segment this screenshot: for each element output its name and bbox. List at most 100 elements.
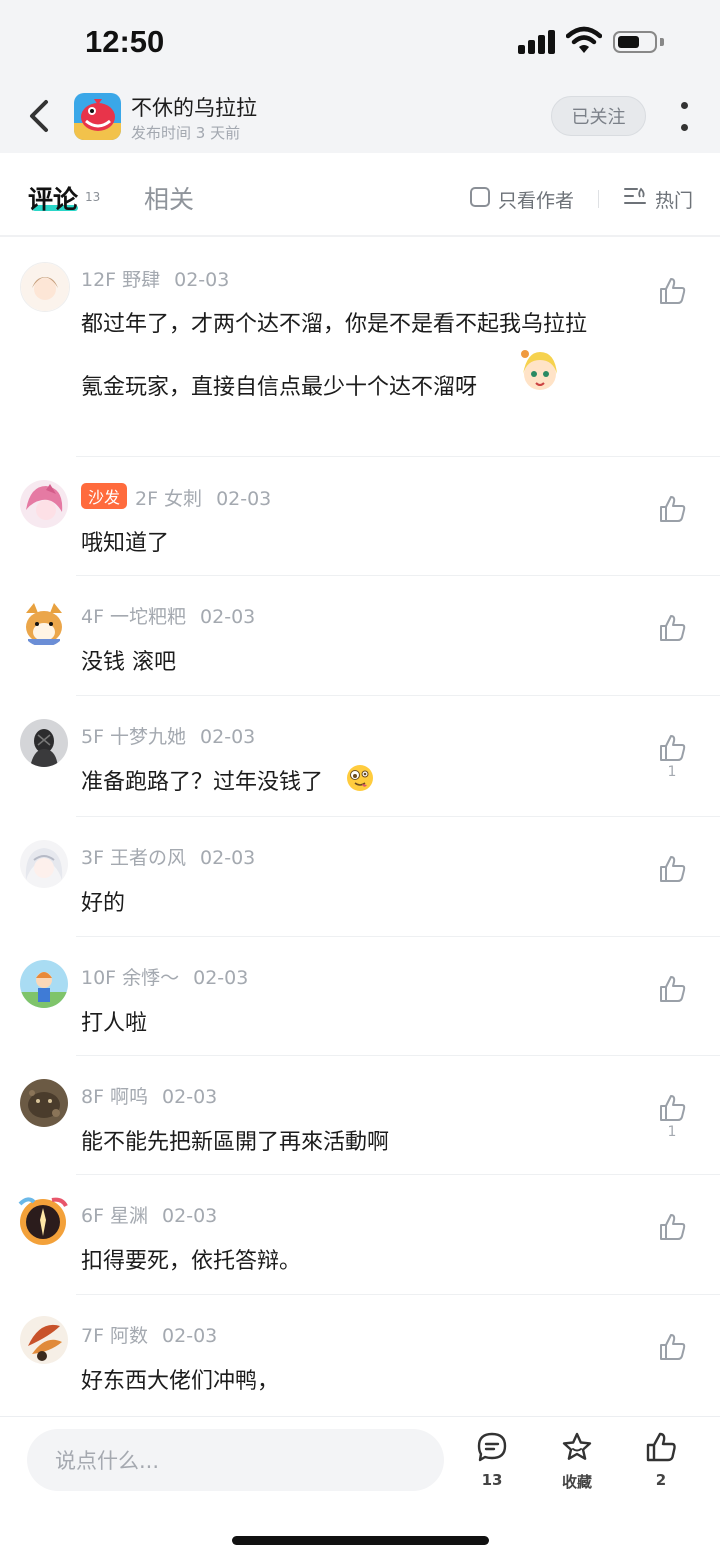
post-author-title[interactable]: 不休的乌拉拉 <box>131 92 257 122</box>
header: 不休的乌拉拉 发布时间 3 天前 已关注 <box>0 80 720 153</box>
comment-text: 准备跑路了？过年没钱了 <box>81 770 324 795</box>
comment-meta: 4F 一坨粑粑 02-03 <box>81 602 255 629</box>
author-only-checkbox[interactable] <box>470 187 490 207</box>
comment-author[interactable]: 余悸～ <box>122 967 179 989</box>
comment-divider <box>76 1294 720 1295</box>
comment-author[interactable]: 野肆 <box>122 269 160 291</box>
comment-date: 02-03 <box>162 1086 218 1108</box>
avatar[interactable] <box>20 719 68 767</box>
avatar[interactable] <box>20 480 68 528</box>
star-icon <box>562 1432 592 1460</box>
comment-meta: 10F 余悸～ 02-03 <box>81 963 248 990</box>
like-icon[interactable] <box>657 613 687 643</box>
comment-item: 4F 一坨粑粑 02-03 没钱 滚吧 <box>0 577 720 695</box>
like-icon[interactable] <box>657 1332 687 1362</box>
comment-item: 3F 王者の风 02-03 好的 <box>0 818 720 936</box>
author-only-label[interactable]: 只看作者 <box>498 186 574 213</box>
comment-author[interactable]: 十梦九她 <box>110 726 186 748</box>
comment-input[interactable]: 说点什么... <box>27 1429 444 1491</box>
thumbs-up-icon <box>646 1432 676 1462</box>
tab-related[interactable]: 相关 <box>144 180 194 216</box>
like-post-button[interactable]: 2 <box>631 1431 691 1489</box>
anime-girl-sticker <box>521 350 557 390</box>
comment-floor: 5F <box>81 726 105 748</box>
comment-text: 没钱 滚吧 <box>81 650 176 675</box>
divider <box>598 190 599 208</box>
comment-item: 7F 阿数 02-03 好东西大佬们冲鸭， <box>0 1296 720 1414</box>
app-icon[interactable] <box>74 93 121 140</box>
comment-date: 02-03 <box>216 488 272 510</box>
comment-meta: 6F 星渊 02-03 <box>81 1201 217 1228</box>
signal-icon <box>518 30 558 54</box>
avatar[interactable] <box>20 1079 68 1127</box>
like-icon[interactable] <box>657 854 687 884</box>
sort-hot-label[interactable]: 热门 <box>655 186 693 213</box>
comment-item: 5F 十梦九她 02-03 准备跑路了？过年没钱了 1 <box>0 697 720 816</box>
comment-author[interactable]: 阿数 <box>110 1325 148 1347</box>
comment-divider <box>76 1055 720 1056</box>
comment-text-line-2: 氪金玩家，直接自信点最少十个达不溜呀 <box>81 375 478 400</box>
crazy-face-emoji <box>347 765 373 791</box>
comment-author[interactable]: 女刺 <box>164 488 202 510</box>
avatar[interactable] <box>20 1316 68 1364</box>
like-count: 2 <box>655 1471 667 1489</box>
avatar[interactable] <box>20 262 70 312</box>
comment-floor: 8F <box>81 1086 105 1108</box>
battery-icon <box>613 31 657 53</box>
avatar[interactable] <box>14 1194 72 1250</box>
favorite-button[interactable]: 收藏 <box>547 1431 607 1492</box>
post-time: 发布时间 3 天前 <box>131 124 241 142</box>
comment-date: 02-03 <box>193 967 249 989</box>
sort-icon[interactable] <box>623 186 647 208</box>
comment-item: 12F 野肆 02-03 都过年了，才两个达不溜，你是不是看不起我乌拉拉 氪金玩家，… <box>0 238 720 456</box>
comment-text: 扣得要死，依托答辩。 <box>81 1249 302 1274</box>
like-icon[interactable] <box>657 733 687 763</box>
comments-button[interactable]: 13 <box>462 1431 522 1489</box>
comment-author[interactable]: 一坨粑粑 <box>110 606 186 628</box>
follow-button[interactable]: 已关注 <box>551 96 646 136</box>
comment-item: 6F 星渊 02-03 扣得要死，依托答辩。 <box>0 1176 720 1294</box>
comment-meta: 沙发 2F 女刺 02-03 <box>81 483 271 511</box>
like-icon[interactable] <box>657 974 687 1004</box>
comment-text: 都过年了，才两个达不溜，你是不是看不起我乌拉拉 <box>81 312 588 337</box>
like-icon[interactable] <box>657 1212 687 1242</box>
comment-meta: 12F 野肆 02-03 <box>81 265 229 292</box>
like-count: 1 <box>667 1124 677 1140</box>
comment-floor: 6F <box>81 1205 105 1227</box>
comment-floor: 2F <box>135 488 159 510</box>
wifi-icon <box>566 26 602 53</box>
comment-date: 02-03 <box>174 269 230 291</box>
avatar[interactable] <box>20 599 68 647</box>
tab-comments[interactable]: 评论 <box>28 180 78 216</box>
comment-floor: 7F <box>81 1325 105 1347</box>
more-icon[interactable] <box>672 100 696 134</box>
avatar[interactable] <box>20 840 68 888</box>
comment-author[interactable]: 啊呜 <box>110 1086 148 1108</box>
avatar[interactable] <box>20 960 68 1008</box>
like-count: 1 <box>667 764 677 780</box>
like-icon[interactable] <box>657 276 687 306</box>
comment-meta: 3F 王者の风 02-03 <box>81 843 255 870</box>
comment-count-badge: 13 <box>85 190 101 204</box>
comment-divider <box>76 575 720 576</box>
comment-author[interactable]: 王者の风 <box>110 847 186 869</box>
comment-meta: 5F 十梦九她 02-03 <box>81 722 255 749</box>
comment-text: 打人啦 <box>81 1011 148 1036</box>
comment-date: 02-03 <box>162 1205 218 1227</box>
comment-text: 好东西大佬们冲鸭， <box>81 1369 280 1394</box>
comment-floor: 3F <box>81 847 105 869</box>
comment-text: 好的 <box>81 891 126 916</box>
favorite-label: 收藏 <box>561 1473 592 1491</box>
comment-item: 沙发 2F 女刺 02-03 哦知道了 <box>0 458 720 575</box>
like-icon[interactable] <box>657 1093 687 1123</box>
comment-date: 02-03 <box>162 1325 218 1347</box>
comment-author[interactable]: 星渊 <box>110 1205 148 1227</box>
comment-floor: 12F <box>81 269 117 291</box>
comment-item: 8F 啊呜 02-03 能不能先把新區開了再來活動啊 1 <box>0 1057 720 1174</box>
back-icon[interactable] <box>24 96 56 136</box>
like-icon[interactable] <box>657 494 687 524</box>
comment-floor: 10F <box>81 967 117 989</box>
comment-bubble-icon <box>477 1432 507 1462</box>
home-indicator[interactable] <box>232 1536 489 1545</box>
comment-date: 02-03 <box>200 606 256 628</box>
